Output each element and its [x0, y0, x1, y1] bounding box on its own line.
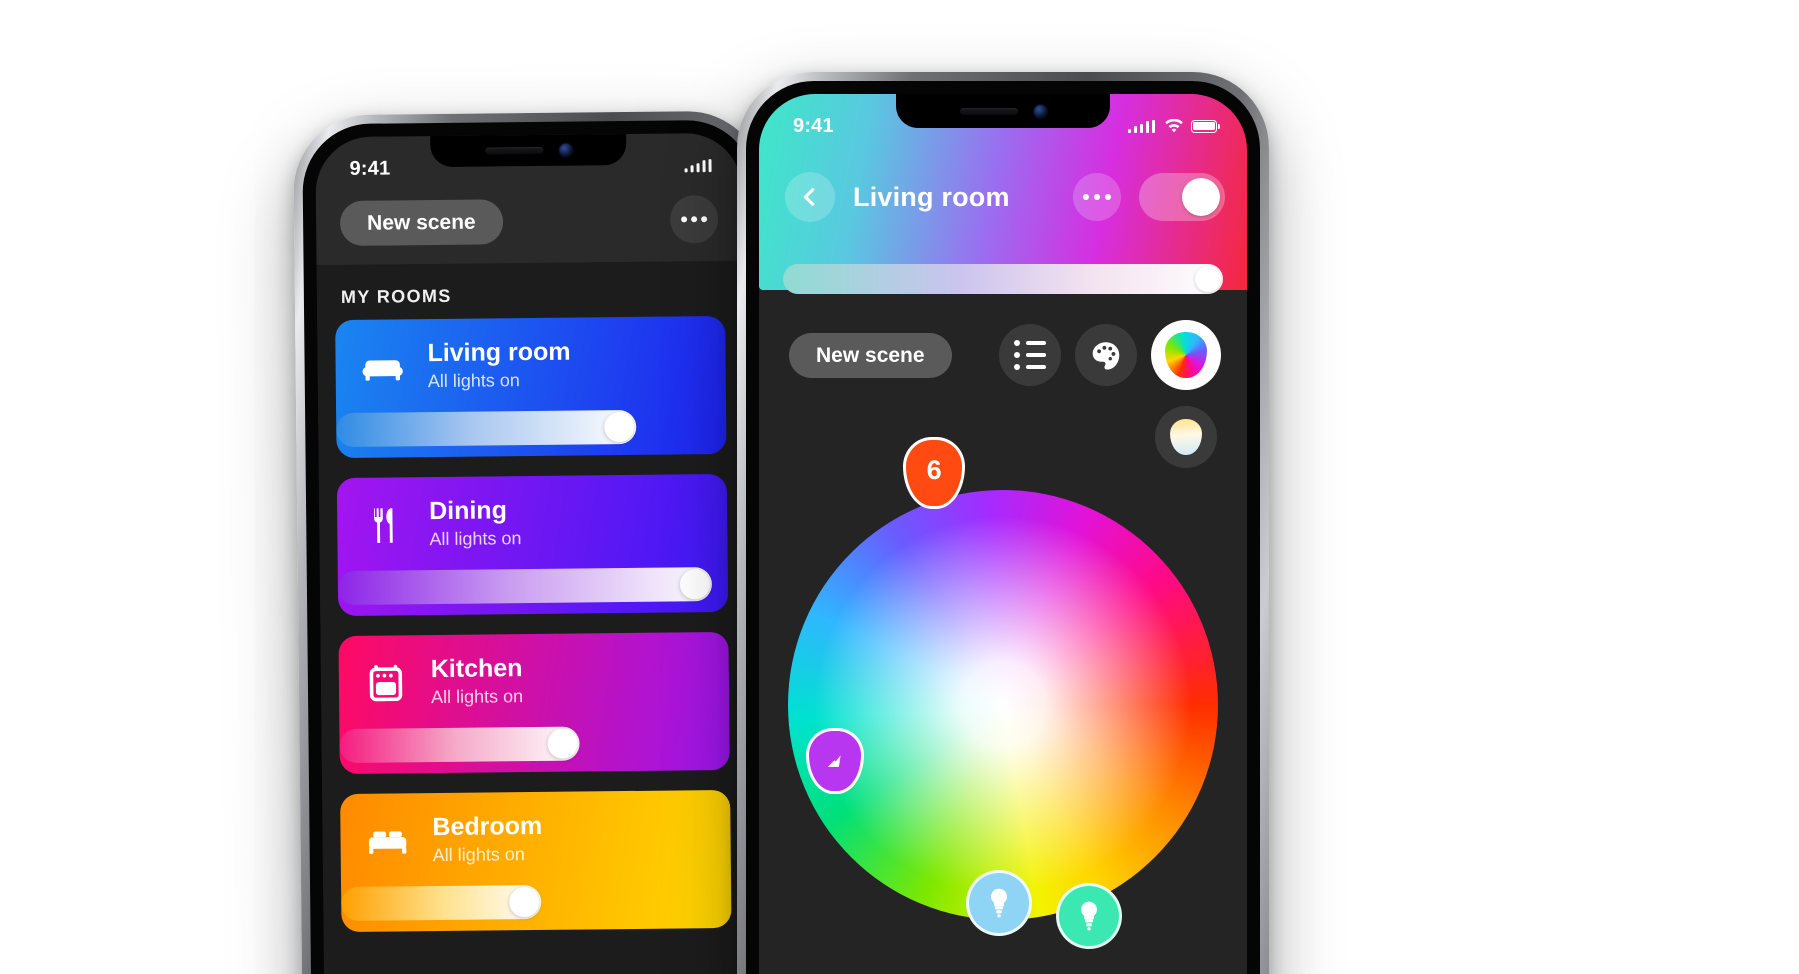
room-brightness-slider[interactable] — [337, 567, 713, 606]
more-horizontal-icon — [681, 216, 688, 223]
slider-knob[interactable] — [547, 728, 578, 759]
room-status: All lights on — [429, 527, 522, 549]
room-card-content: Kitchen All lights on — [338, 634, 523, 712]
palette-icon — [1092, 342, 1120, 370]
toggle-on-icon — [1182, 178, 1220, 216]
scene-list-button[interactable] — [999, 324, 1061, 386]
lamp-glyph-icon — [828, 753, 842, 767]
more-horizontal-icon — [1104, 193, 1112, 201]
color-wheel-picker[interactable]: 6 — [788, 436, 1218, 949]
color-wheel-button[interactable] — [1151, 320, 1221, 390]
room-status: All lights on — [432, 843, 525, 865]
right-phone-bezel: 9:41 Living room New scene 6 — [746, 81, 1260, 974]
room-header-row: Living room — [759, 150, 1247, 222]
more-horizontal-icon — [1082, 193, 1090, 201]
room-card-content: Dining All lights on — [337, 476, 522, 554]
more-horizontal-icon — [1093, 193, 1101, 201]
room-power-toggle[interactable] — [1139, 173, 1225, 221]
light-pin-lamp[interactable] — [806, 727, 865, 794]
room-toolbar: New scene — [759, 290, 1247, 390]
number-pin-icon: 6 — [903, 436, 966, 509]
room-name: Living room — [427, 337, 571, 368]
screenshot-stage: 9:41 New scene MY ROOMS Living room All … — [0, 0, 1799, 974]
left-phone-screen: 9:41 New scene MY ROOMS Living room All … — [315, 132, 751, 974]
slider-knob[interactable] — [604, 411, 635, 443]
right-phone-screen: 9:41 Living room New scene 6 — [759, 94, 1247, 974]
white-light-drop-icon — [1170, 419, 1202, 455]
room-card-text: Dining All lights on — [429, 496, 522, 553]
slider-knob[interactable] — [1195, 266, 1221, 292]
earpiece-speaker-icon — [959, 107, 1018, 115]
palette-button[interactable] — [1075, 324, 1137, 386]
room-card-text: Living room All lights on — [427, 338, 571, 395]
room-card-text: Bedroom All lights on — [432, 812, 542, 869]
back-button[interactable] — [785, 172, 835, 222]
room-brightness-slider[interactable] — [783, 264, 1223, 294]
bed-icon — [364, 818, 410, 864]
new-scene-button[interactable]: New scene — [339, 198, 503, 246]
battery-full-icon — [1191, 119, 1220, 133]
oven-icon — [363, 660, 409, 706]
lamp-pin-icon — [806, 727, 865, 794]
light-pin-label: 6 — [926, 455, 942, 486]
page-title: Living room — [853, 181, 1010, 212]
more-options-button[interactable] — [669, 195, 719, 244]
room-toolbar-secondary — [759, 390, 1247, 468]
slider-knob[interactable] — [679, 569, 711, 600]
room-card-dining[interactable]: Dining All lights on — [336, 473, 729, 617]
room-name: Kitchen — [430, 654, 523, 684]
room-card-content: Bedroom All lights on — [340, 792, 543, 870]
more-horizontal-icon — [691, 216, 698, 223]
room-card-kitchen[interactable]: Kitchen All lights on — [338, 631, 730, 775]
left-phone-notch — [430, 133, 627, 168]
my-rooms-heading: MY ROOMS — [340, 285, 452, 307]
more-horizontal-icon — [701, 216, 708, 223]
room-brightness-slider[interactable] — [341, 884, 542, 922]
room-card-content: Living room All lights on — [335, 318, 571, 396]
fork-knife-icon — [361, 502, 407, 548]
color-wheel-area: 6 — [759, 436, 1247, 974]
room-card-bedroom[interactable]: Bedroom All lights on — [340, 789, 732, 933]
room-card-text: Kitchen All lights on — [431, 654, 524, 711]
bulb-chip-icon — [990, 888, 1007, 918]
slider-knob[interactable] — [509, 886, 540, 918]
room-brightness-slider[interactable] — [336, 409, 637, 448]
right-status-time: 9:41 — [793, 114, 834, 137]
light-pin-6[interactable]: 6 — [903, 436, 966, 509]
right-status-indicators — [1127, 118, 1220, 134]
bulb-chip-icon — [1081, 901, 1097, 931]
left-phone-bezel: 9:41 New scene MY ROOMS Living room All … — [302, 119, 764, 974]
signal-bars-icon — [1127, 119, 1155, 133]
light-chip-green[interactable] — [1056, 882, 1122, 949]
room-brightness-slider[interactable] — [339, 726, 580, 764]
room-more-options-button[interactable] — [1073, 173, 1121, 221]
room-name: Bedroom — [432, 811, 543, 842]
left-phone-device: 9:41 New scene MY ROOMS Living room All … — [292, 110, 774, 974]
front-camera-icon — [558, 143, 572, 157]
room-status: All lights on — [427, 369, 520, 391]
room-name: Dining — [428, 496, 508, 526]
earpiece-speaker-icon — [484, 146, 543, 155]
white-light-button[interactable] — [1155, 406, 1217, 468]
sofa-icon — [359, 344, 405, 390]
light-chip-blue[interactable] — [965, 869, 1032, 936]
front-camera-icon — [1033, 104, 1047, 118]
room-card-living-room[interactable]: Living room All lights on — [335, 315, 727, 459]
right-phone-notch — [896, 94, 1110, 128]
right-phone-device: 9:41 Living room New scene 6 — [737, 72, 1269, 974]
left-room-list: MY ROOMS Living room All lights on Dinin… — [316, 260, 751, 974]
new-scene-button[interactable]: New scene — [789, 332, 952, 378]
color-wheel-icon — [1165, 332, 1207, 378]
list-bullets-icon — [1014, 340, 1046, 370]
chevron-left-icon — [803, 188, 815, 206]
wifi-icon — [1165, 118, 1183, 132]
room-status: All lights on — [430, 685, 524, 707]
